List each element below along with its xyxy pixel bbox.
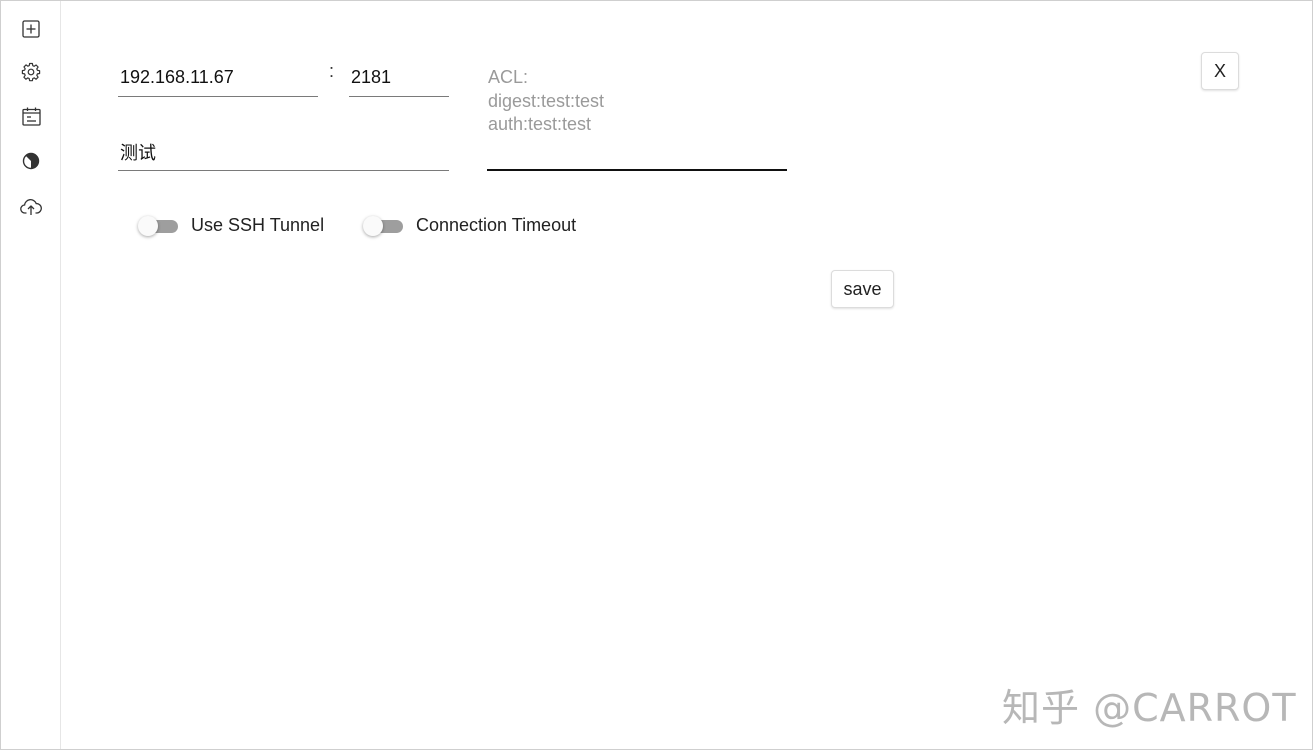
host-field bbox=[118, 64, 318, 90]
sidebar bbox=[1, 1, 61, 749]
ssh-tunnel-label: Use SSH Tunnel bbox=[191, 215, 325, 235]
watermark: 知乎 @CARROT bbox=[1002, 686, 1297, 730]
upload-button[interactable] bbox=[20, 196, 42, 218]
connection-timeout-switch[interactable] bbox=[363, 215, 405, 236]
add-connection-button[interactable] bbox=[20, 18, 42, 40]
close-button[interactable]: X bbox=[1201, 52, 1239, 90]
ssh-tunnel-toggle-row[interactable]: Use SSH Tunnel bbox=[138, 215, 324, 236]
cloud-upload-icon bbox=[20, 198, 42, 216]
port-field bbox=[349, 64, 449, 90]
host-port-separator: : bbox=[329, 61, 335, 81]
host-underline bbox=[118, 96, 318, 97]
port-underline bbox=[349, 96, 449, 97]
connection-timeout-label: Connection Timeout bbox=[416, 215, 577, 235]
theme-toggle-button[interactable] bbox=[20, 150, 42, 172]
acl-textarea[interactable]: ACL: digest:test:test auth:test:test bbox=[488, 66, 788, 137]
switch-thumb bbox=[363, 215, 383, 236]
app-window: : ACL: digest:test:test auth:test:test U… bbox=[0, 0, 1313, 750]
calendar-icon bbox=[21, 107, 41, 126]
port-input[interactable] bbox=[349, 64, 449, 90]
add-square-icon bbox=[22, 20, 40, 38]
name-field bbox=[118, 139, 449, 165]
gear-icon bbox=[21, 62, 41, 82]
connection-timeout-toggle-row[interactable]: Connection Timeout bbox=[363, 215, 576, 236]
name-input[interactable] bbox=[118, 139, 449, 165]
switch-thumb bbox=[138, 215, 158, 236]
settings-button[interactable] bbox=[20, 61, 42, 83]
save-button[interactable]: save bbox=[831, 270, 894, 308]
contrast-icon bbox=[22, 152, 40, 170]
name-underline bbox=[118, 170, 449, 171]
acl-underline bbox=[487, 169, 787, 171]
calendar-button[interactable] bbox=[20, 105, 42, 127]
ssh-tunnel-switch[interactable] bbox=[138, 215, 180, 236]
host-input[interactable] bbox=[118, 64, 318, 90]
